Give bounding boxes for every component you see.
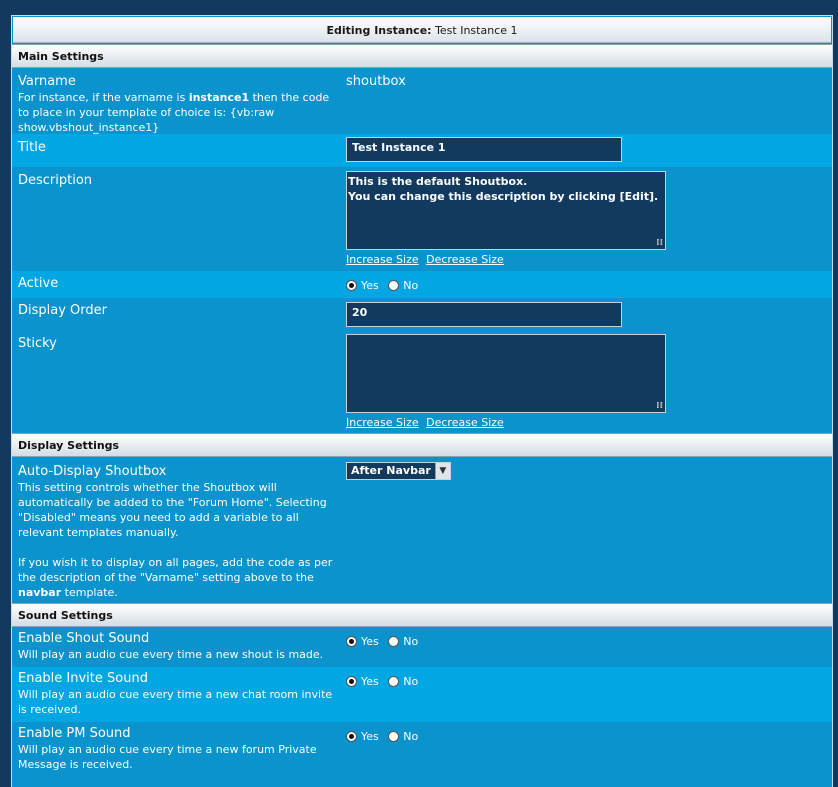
invite-sound-label: Enable Invite Sound — [18, 671, 148, 686]
description-textarea[interactable]: This is the default Shoutbox. You can ch… — [346, 171, 666, 250]
display-order-label: Display Order — [18, 303, 107, 318]
description-label: Description — [18, 173, 93, 188]
settings-panel: Editing Instance: Test Instance 1 Main S… — [11, 15, 833, 787]
active-label: Active — [18, 276, 59, 291]
varname-label: Varname — [18, 74, 76, 89]
pm-sound-yes-option[interactable]: Yes — [346, 730, 379, 743]
sticky-increase-size-link[interactable]: Increase Size — [346, 416, 419, 429]
shout-sound-yes-option[interactable]: Yes — [346, 635, 379, 648]
section-display-settings: Display Settings — [12, 433, 832, 457]
chevron-down-icon[interactable]: ▼ — [434, 463, 450, 479]
shout-sound-description: Will play an audio cue every time a new … — [18, 648, 324, 661]
description-increase-size-link[interactable]: Increase Size — [346, 253, 419, 266]
auto-display-note: If you wish it to display on all pages, … — [18, 556, 333, 599]
pm-sound-description: Will play an audio cue every time a new … — [18, 743, 317, 771]
sticky-textarea[interactable]: ⁞⁞ — [346, 334, 666, 413]
active-row: Active Yes No — [12, 271, 832, 298]
page-title: Editing Instance: Test Instance 1 — [13, 17, 831, 43]
title-row: Title Test Instance 1 — [12, 134, 832, 167]
radio-unchecked-icon[interactable] — [388, 731, 400, 742]
description-row: Description This is the default Shoutbox… — [12, 167, 832, 271]
invite-sound-description: Will play an audio cue every time a new … — [18, 688, 333, 716]
shout-sound-label: Enable Shout Sound — [18, 631, 150, 646]
section-main-settings: Main Settings — [12, 44, 832, 68]
auto-display-select[interactable]: After Navbar ▼ — [346, 462, 451, 480]
radio-unchecked-icon[interactable] — [388, 280, 400, 291]
pm-sound-no-option[interactable]: No — [388, 730, 418, 743]
radio-checked-icon[interactable] — [346, 731, 357, 742]
shout-sound-row: Enable Shout Sound Will play an audio cu… — [12, 627, 832, 667]
active-yes-option[interactable]: Yes — [346, 279, 379, 292]
invite-sound-yes-option[interactable]: Yes — [346, 675, 379, 688]
radio-unchecked-icon[interactable] — [388, 676, 400, 687]
sticky-decrease-size-link[interactable]: Decrease Size — [426, 416, 504, 429]
invite-sound-no-option[interactable]: No — [388, 675, 418, 688]
radio-checked-icon[interactable] — [346, 676, 357, 687]
sticky-label: Sticky — [18, 336, 57, 351]
active-no-option[interactable]: No — [388, 279, 418, 292]
radio-checked-icon[interactable] — [346, 636, 357, 647]
title-input[interactable]: Test Instance 1 — [346, 137, 622, 162]
title-label: Title — [18, 140, 46, 155]
radio-unchecked-icon[interactable] — [388, 636, 400, 647]
instance-name: Test Instance 1 — [435, 24, 518, 37]
description-decrease-size-link[interactable]: Decrease Size — [426, 253, 504, 266]
display-order-row: Display Order 20 — [12, 298, 832, 331]
pm-sound-row: Enable PM Sound Will play an audio cue e… — [12, 722, 832, 782]
varname-value: shoutbox — [346, 74, 406, 89]
radio-checked-icon[interactable] — [346, 280, 357, 291]
resize-grip-icon[interactable]: ⁞⁞ — [656, 402, 663, 411]
resize-grip-icon[interactable]: ⁞⁞ — [656, 239, 663, 248]
display-order-input[interactable]: 20 — [346, 302, 622, 327]
varname-row: Varname For instance, if the varname is … — [12, 68, 832, 134]
auto-display-row: Auto-Display Shoutbox This setting contr… — [12, 457, 832, 603]
invite-sound-row: Enable Invite Sound Will play an audio c… — [12, 667, 832, 722]
auto-display-description: This setting controls whether the Shoutb… — [18, 481, 327, 539]
varname-description: For instance, if the varname is instance… — [18, 91, 330, 134]
pm-sound-label: Enable PM Sound — [18, 726, 131, 741]
section-sound-settings: Sound Settings — [12, 603, 832, 627]
shout-sound-no-option[interactable]: No — [388, 635, 418, 648]
sticky-row: Sticky ⁞⁞ Increase Size Decrease Size — [12, 331, 832, 433]
auto-display-label: Auto-Display Shoutbox — [18, 464, 167, 479]
